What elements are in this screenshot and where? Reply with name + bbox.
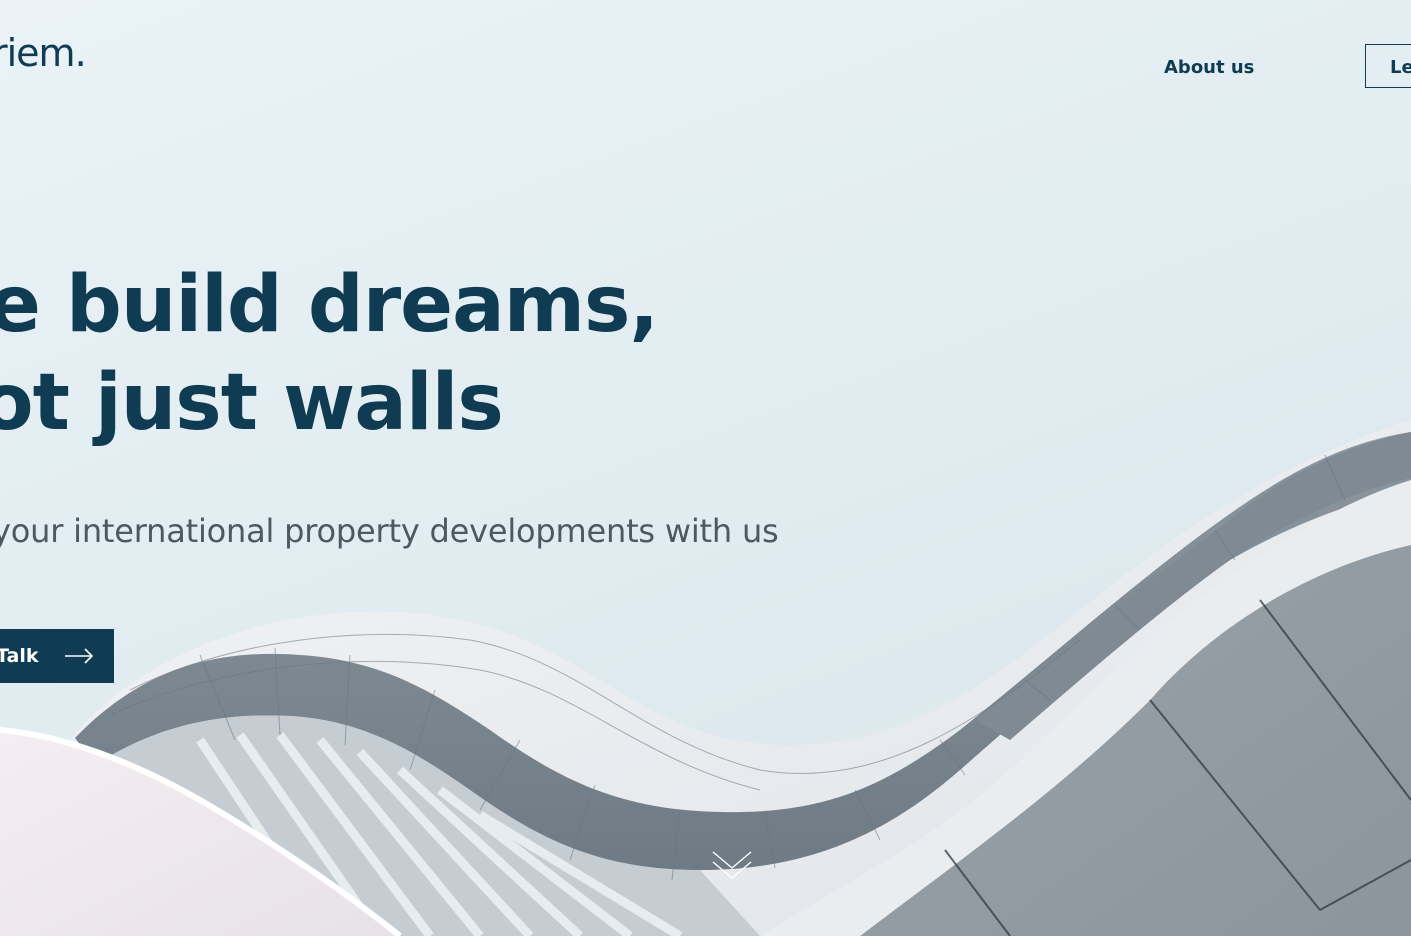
nav-contact-button[interactable]: Le: [1365, 44, 1411, 88]
chevron-down-icon[interactable]: [711, 848, 753, 882]
lets-talk-button-label: Talk: [0, 645, 39, 667]
lets-talk-button[interactable]: Talk: [0, 629, 114, 683]
arrow-right-icon: [65, 648, 94, 664]
nav-contact-button-label: Le: [1390, 57, 1411, 78]
landing-page: riem. About us Le e build dreams, ot jus…: [0, 0, 1411, 936]
nav-about-us-link[interactable]: About us: [1164, 57, 1254, 78]
hero-title-line-1: e build dreams,: [0, 260, 659, 350]
hero-title-line-2: ot just walls: [0, 358, 504, 448]
hero-subtitle: your international property developments…: [0, 512, 779, 550]
hero-architecture-image: [0, 420, 1411, 936]
brand-logo[interactable]: riem.: [0, 34, 87, 72]
